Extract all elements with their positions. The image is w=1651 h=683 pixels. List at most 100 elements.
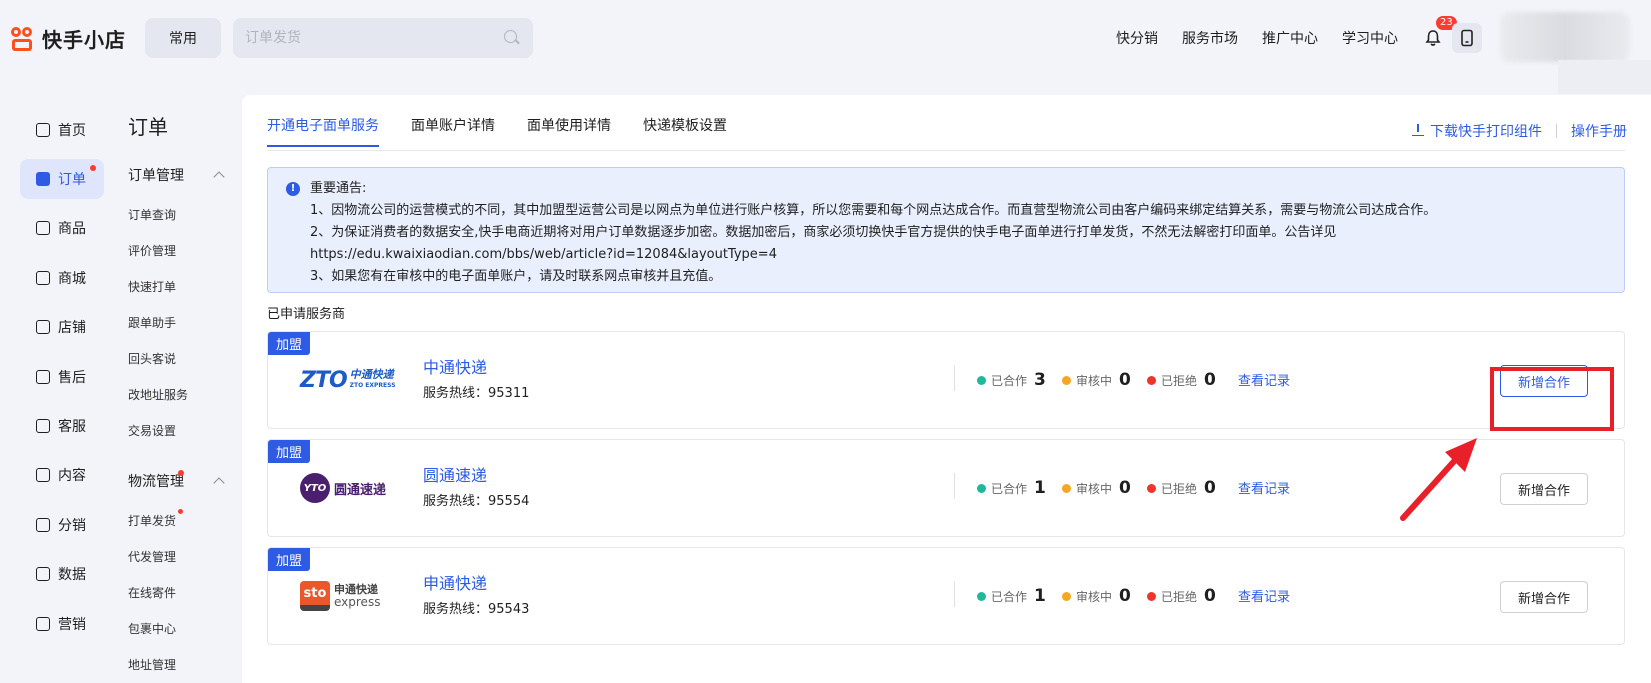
carrier-card-zto: 加盟 ZTO 中通快递 ZTO EXPRESS 中通快递 服务热线：95311 … bbox=[267, 331, 1625, 429]
nav-label: 店铺 bbox=[58, 320, 86, 336]
stat-value: 1 bbox=[1034, 586, 1046, 606]
stat-cooperated: 已合作 1 bbox=[977, 586, 1046, 606]
user-avatar[interactable] bbox=[1500, 12, 1630, 62]
stat-reviewing: 审核中 0 bbox=[1062, 586, 1131, 606]
manual-link[interactable]: 操作手册 bbox=[1571, 121, 1627, 141]
carrier-name[interactable]: 圆通速递 bbox=[423, 462, 487, 486]
zto-logo: ZTO 中通快递 ZTO EXPRESS bbox=[300, 362, 400, 398]
subnav-item-order-query[interactable]: 订单查询 bbox=[128, 206, 176, 223]
nav-label: 订单 bbox=[58, 172, 86, 188]
search-icon[interactable] bbox=[503, 29, 521, 47]
carrier-name[interactable]: 中通快递 bbox=[423, 354, 487, 378]
nav-label: 营销 bbox=[58, 617, 86, 633]
download-icon bbox=[1412, 124, 1424, 136]
top-nav: 快分销 服务市场 推广中心 学习中心 bbox=[1116, 28, 1398, 48]
common-button[interactable]: 常用 bbox=[145, 18, 221, 58]
highlight-box bbox=[1490, 367, 1614, 431]
subnav-item-parcel-center[interactable]: 包裹中心 bbox=[128, 620, 176, 637]
group-label: 物流管理 bbox=[128, 474, 184, 490]
mobile-icon[interactable] bbox=[1452, 23, 1482, 53]
tab-account-detail[interactable]: 面单账户详情 bbox=[411, 115, 495, 147]
carrier-name[interactable]: 申通快递 bbox=[423, 570, 487, 594]
service-icon bbox=[36, 419, 50, 433]
subnav-item-print-ship[interactable]: 打单发货 bbox=[128, 512, 176, 529]
add-cooperation-button[interactable]: 新增合作 bbox=[1500, 581, 1588, 613]
divider bbox=[954, 473, 955, 499]
logo-sub: express bbox=[334, 595, 381, 609]
notice-title: 重要通告: bbox=[310, 181, 367, 196]
nav-marketing[interactable]: 营销 bbox=[20, 604, 104, 644]
tab-template-settings[interactable]: 快递模板设置 bbox=[643, 115, 727, 147]
nav-data[interactable]: 数据 bbox=[20, 554, 104, 594]
aftersale-icon bbox=[36, 370, 50, 384]
stat-value: 0 bbox=[1119, 478, 1131, 498]
content-icon bbox=[36, 468, 50, 482]
subnav-item-follow-assistant[interactable]: 跟单助手 bbox=[128, 314, 176, 331]
subnav-item-dropship[interactable]: 代发管理 bbox=[128, 548, 176, 565]
applied-providers-label: 已申请服务商 bbox=[267, 307, 346, 322]
subnav-item-review[interactable]: 评价管理 bbox=[128, 242, 176, 259]
top-bar: 快手小店 常用 快分销 服务市场 推广中心 学习中心 23 bbox=[0, 0, 1651, 94]
stat-label: 审核中 bbox=[1076, 589, 1113, 604]
marketing-icon bbox=[36, 617, 50, 631]
add-cooperation-button[interactable]: 新增合作 bbox=[1500, 473, 1588, 505]
chevron-up-icon[interactable] bbox=[213, 171, 225, 183]
download-print-component-link[interactable]: 下载快手打印组件 bbox=[1412, 121, 1542, 141]
nav-mall[interactable]: 商城 bbox=[20, 258, 104, 298]
nav-store[interactable]: 店铺 bbox=[20, 307, 104, 347]
logo-cn: 中通快递 bbox=[349, 368, 394, 381]
notice-line-1: 1、因物流公司的运营模式的不同，其中加盟型运营公司是以网点为单位进行账户核算，所… bbox=[310, 203, 1437, 218]
subnav-group-logistics[interactable]: 物流管理 bbox=[128, 471, 225, 491]
distribution-icon bbox=[36, 518, 50, 532]
stat-reviewing: 审核中 0 bbox=[1062, 478, 1131, 498]
nav-home[interactable]: 首页 bbox=[20, 110, 104, 150]
subnav-group-order-management[interactable]: 订单管理 bbox=[128, 165, 225, 185]
chevron-up-icon[interactable] bbox=[213, 477, 225, 489]
subnav-title: 订单 bbox=[128, 115, 168, 139]
topnav-promotion-center[interactable]: 推广中心 bbox=[1262, 28, 1318, 48]
stat-reviewing: 审核中 0 bbox=[1062, 370, 1131, 390]
stat-value: 0 bbox=[1119, 370, 1131, 390]
subnav-item-address[interactable]: 地址管理 bbox=[128, 656, 176, 673]
nav-orders[interactable]: 订单 bbox=[20, 159, 104, 199]
logo-mark: YTO bbox=[300, 473, 330, 503]
nav-customer-service[interactable]: 客服 bbox=[20, 406, 104, 446]
carrier-card-sto: 加盟 sto 申通快递 express 申通快递 服务热线：95543 已合作 1… bbox=[267, 547, 1625, 645]
nav-distribution[interactable]: 分销 bbox=[20, 505, 104, 545]
view-records-link[interactable]: 查看记录 bbox=[1238, 478, 1290, 497]
nav-label: 商城 bbox=[58, 271, 86, 287]
product-icon bbox=[36, 221, 50, 235]
topnav-learning-center[interactable]: 学习中心 bbox=[1342, 28, 1398, 48]
search-box[interactable] bbox=[233, 18, 533, 58]
nav-label: 内容 bbox=[58, 468, 86, 484]
brand-logo[interactable]: 快手小店 bbox=[10, 24, 126, 53]
stat-value: 1 bbox=[1034, 478, 1046, 498]
nav-products[interactable]: 商品 bbox=[20, 208, 104, 248]
stat-label: 审核中 bbox=[1076, 373, 1113, 388]
stat-value: 0 bbox=[1204, 478, 1216, 498]
sto-logo: sto 申通快递 express bbox=[300, 578, 400, 614]
red-arrow-icon bbox=[1400, 438, 1477, 521]
stat-value: 3 bbox=[1034, 370, 1046, 390]
subnav-item-trade-settings[interactable]: 交易设置 bbox=[128, 422, 176, 439]
subnav-item-quick-print[interactable]: 快速打单 bbox=[128, 278, 176, 295]
subnav-item-online-send[interactable]: 在线寄件 bbox=[128, 584, 176, 601]
status-dot bbox=[1147, 483, 1156, 493]
search-input[interactable] bbox=[245, 30, 503, 46]
stat-value: 0 bbox=[1119, 586, 1131, 606]
subnav-item-change-address[interactable]: 改地址服务 bbox=[128, 386, 188, 403]
nav-aftersale[interactable]: 售后 bbox=[20, 357, 104, 397]
tab-usage-detail[interactable]: 面单使用详情 bbox=[527, 115, 611, 147]
stat-cooperated: 已合作 1 bbox=[977, 478, 1046, 498]
logo-cn: 圆通速递 bbox=[334, 482, 387, 498]
tab-open-eorder[interactable]: 开通电子面单服务 bbox=[267, 115, 379, 147]
topnav-kuaifenxiao[interactable]: 快分销 bbox=[1116, 28, 1158, 48]
view-records-link[interactable]: 查看记录 bbox=[1238, 370, 1290, 389]
view-records-link[interactable]: 查看记录 bbox=[1238, 586, 1290, 605]
topnav-service-market[interactable]: 服务市场 bbox=[1182, 28, 1238, 48]
notice-link[interactable]: https://edu.kwaixiaodian.com/bbs/web/art… bbox=[310, 244, 1608, 266]
subnav-item-repeat-customer[interactable]: 回头客说 bbox=[128, 350, 176, 367]
nav-content[interactable]: 内容 bbox=[20, 455, 104, 495]
yto-logo: YTO 圆通速递 bbox=[300, 470, 400, 506]
stat-rejected: 已拒绝 0 bbox=[1147, 478, 1216, 498]
